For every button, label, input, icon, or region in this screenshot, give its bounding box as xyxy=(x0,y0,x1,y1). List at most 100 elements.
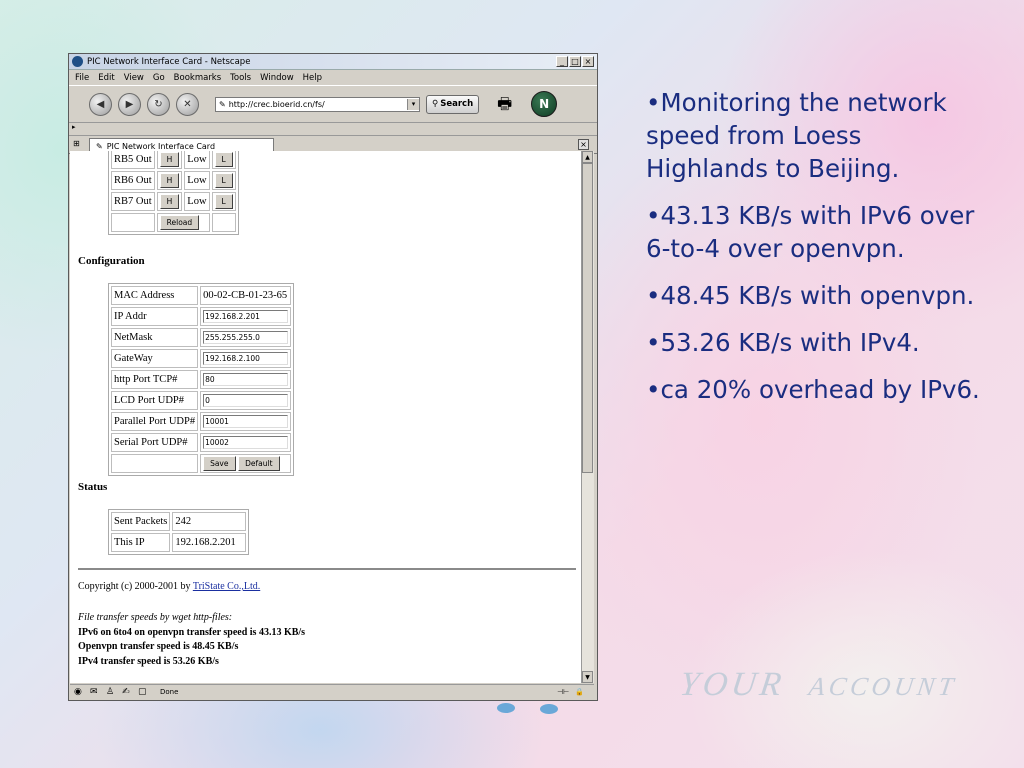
sent-packets-value: 242 xyxy=(172,512,247,531)
rb-value: Low xyxy=(184,192,210,211)
table-row: IP Addr 192.168.2.201 xyxy=(111,307,292,326)
personal-toolbar: ▸ xyxy=(69,123,597,136)
scrollbar-thumb[interactable] xyxy=(582,163,593,473)
url-field[interactable]: ✎ http://crec.bioerid.cn/fs/ ▾ xyxy=(215,96,420,112)
vertical-scrollbar[interactable]: ▲ ▼ xyxy=(581,151,594,683)
save-button[interactable]: Save xyxy=(203,456,236,471)
note-line: Openvpn transfer speed is 48.45 KB/s xyxy=(78,641,239,652)
rb7-low-button[interactable]: L xyxy=(214,194,233,209)
table-row: Serial Port UDP# 10002 xyxy=(111,433,292,452)
table-row: Save Default xyxy=(111,454,292,473)
search-button[interactable]: ⚲ Search xyxy=(426,94,480,114)
new-tab-icon[interactable]: ⊞ xyxy=(73,139,85,150)
rb7-high-button[interactable]: H xyxy=(159,194,180,209)
reload-icon[interactable]: ↻ xyxy=(147,92,170,116)
navigation-toolbar: ◀ ▶ ↻ ✕ ✎ http://crec.bioerid.cn/fs/ ▾ ⚲… xyxy=(69,85,597,123)
status-bar: ◉ ✉ ♙ ✍ ▢ Done ⊣⊢ 🔒 xyxy=(70,684,594,699)
chat-icon[interactable]: ♙ xyxy=(106,687,117,697)
background-watermark-text: YOUR ACCOUNT xyxy=(677,666,960,703)
rb6-high-button[interactable]: H xyxy=(159,173,180,188)
scroll-up-icon[interactable]: ▲ xyxy=(582,151,593,163)
mail-icon[interactable]: ✉ xyxy=(90,687,101,697)
rb-value: Low xyxy=(184,151,210,169)
maximize-button[interactable]: □ xyxy=(569,56,581,67)
rb5-high-button[interactable]: H xyxy=(159,152,180,167)
connection-icon: ⊣⊢ xyxy=(557,688,570,696)
default-button[interactable]: Default xyxy=(238,456,280,471)
rb-value: Low xyxy=(184,171,210,190)
browser-window: PIC Network Interface Card - Netscape _ … xyxy=(68,53,598,701)
transfer-notes: File transfer speeds by wget http-files:… xyxy=(78,611,305,669)
netscape-logo[interactable]: N xyxy=(531,91,558,117)
table-row: GateWay 192.168.2.100 xyxy=(111,349,292,368)
menu-tools[interactable]: Tools xyxy=(230,73,251,83)
rb-output-table: RB5 Out H Low L RB6 Out H Low L RB7 Out … xyxy=(108,151,239,235)
rb5-low-button[interactable]: L xyxy=(214,152,233,167)
config-label: Serial Port UDP# xyxy=(111,433,199,452)
netmask-input[interactable]: 255.255.255.0 xyxy=(203,331,289,344)
rb6-low-button[interactable]: L xyxy=(214,173,233,188)
addressbook-icon[interactable]: ▢ xyxy=(138,687,149,697)
navigator-icon[interactable]: ◉ xyxy=(74,687,85,697)
scroll-down-icon[interactable]: ▼ xyxy=(582,671,593,683)
table-row: Sent Packets 242 xyxy=(111,512,247,531)
gateway-input[interactable]: 192.168.2.100 xyxy=(203,352,289,365)
horizontal-rule xyxy=(78,568,576,570)
http-port-input[interactable]: 80 xyxy=(203,373,289,386)
reload-button[interactable]: Reload xyxy=(159,215,200,230)
security-icon: 🔒 xyxy=(575,688,584,696)
table-row: MAC Address 00-02-CB-01-23-65 xyxy=(111,286,292,305)
slide-bullets: •Monitoring the network speed from Loess… xyxy=(646,86,986,420)
print-icon[interactable]: 🖶 xyxy=(497,95,519,113)
config-label: Parallel Port UDP# xyxy=(111,412,199,431)
stop-icon[interactable]: ✕ xyxy=(176,92,199,116)
tab-label: PIC Network Interface Card xyxy=(106,141,216,151)
status-label: This IP xyxy=(111,533,171,552)
menu-edit[interactable]: Edit xyxy=(98,73,114,83)
menu-window[interactable]: Window xyxy=(260,73,294,83)
config-label: MAC Address xyxy=(111,286,199,305)
background-dot xyxy=(497,703,515,713)
table-row: http Port TCP# 80 xyxy=(111,370,292,389)
close-button[interactable]: × xyxy=(582,56,594,67)
ip-addr-input[interactable]: 192.168.2.201 xyxy=(203,310,289,323)
configuration-heading: Configuration xyxy=(78,255,145,267)
mac-address-value: 00-02-CB-01-23-65 xyxy=(200,286,292,305)
note-line: IPv4 transfer speed is 53.26 KB/s xyxy=(78,655,219,667)
lcd-port-input[interactable]: 0 xyxy=(203,394,289,407)
serial-port-input[interactable]: 10002 xyxy=(203,436,289,449)
minimize-button[interactable]: _ xyxy=(556,56,568,67)
status-label: Sent Packets xyxy=(111,512,171,531)
url-dropdown-icon[interactable]: ▾ xyxy=(407,98,419,110)
table-row: This IP 192.168.2.201 xyxy=(111,533,247,552)
menu-view[interactable]: View xyxy=(124,73,144,83)
page-content: RB5 Out H Low L RB6 Out H Low L RB7 Out … xyxy=(70,151,581,683)
notes-title: File transfer speeds by wget http-files: xyxy=(78,612,233,623)
config-label: NetMask xyxy=(111,328,199,347)
search-label: Search xyxy=(440,99,474,109)
menu-help[interactable]: Help xyxy=(303,73,322,83)
parallel-port-input[interactable]: 10001 xyxy=(203,415,289,428)
table-row: RB7 Out H Low L xyxy=(111,192,236,211)
tristate-link[interactable]: TriState Co.,Ltd. xyxy=(193,581,260,592)
menu-bookmarks[interactable]: Bookmarks xyxy=(174,73,222,83)
table-row: LCD Port UDP# 0 xyxy=(111,391,292,410)
note-line: IPv6 on 6to4 on openvpn transfer speed i… xyxy=(78,626,306,638)
table-row: NetMask 255.255.255.0 xyxy=(111,328,292,347)
config-label: GateWay xyxy=(111,349,199,368)
back-icon[interactable]: ◀ xyxy=(89,92,112,116)
window-title: PIC Network Interface Card - Netscape xyxy=(87,56,251,67)
forward-icon[interactable]: ▶ xyxy=(118,92,141,116)
netscape-icon xyxy=(72,56,83,67)
menu-go[interactable]: Go xyxy=(153,73,165,83)
rb-label: RB6 Out xyxy=(111,171,155,190)
menu-file[interactable]: File xyxy=(75,73,89,83)
this-ip-value: 192.168.2.201 xyxy=(172,533,247,552)
background-dot xyxy=(540,704,558,714)
close-tab-icon[interactable]: × xyxy=(578,139,589,150)
rb-label: RB5 Out xyxy=(111,151,155,169)
bullet-item: •48.45 KB/s with openvpn. xyxy=(646,281,975,310)
bullet-item: •Monitoring the network speed from Loess… xyxy=(646,88,947,183)
composer-icon[interactable]: ✍ xyxy=(122,687,133,697)
status-heading: Status xyxy=(78,481,108,493)
